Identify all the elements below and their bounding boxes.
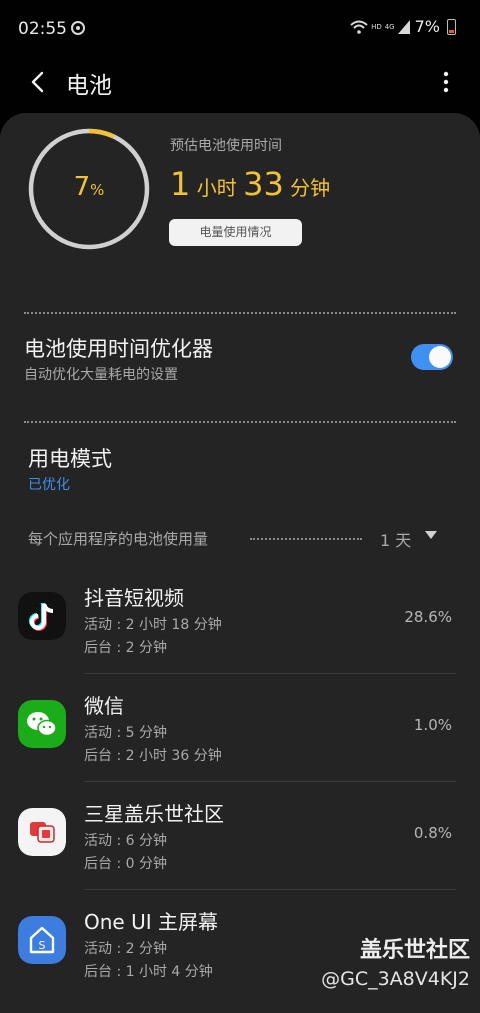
app-background-time: 后台 : 0 分钟: [84, 856, 167, 872]
app-name: 微信: [84, 694, 124, 718]
optimizer-toggle[interactable]: [411, 344, 453, 370]
app-usage-percent: 1.0%: [413, 716, 452, 734]
divider: [24, 312, 456, 314]
samsung-members-icon: [18, 808, 66, 856]
back-arrow-icon[interactable]: [26, 68, 50, 96]
optimizer-title[interactable]: 电池使用时间优化器: [24, 333, 213, 363]
battery-percent-text: 7%: [414, 17, 440, 36]
estimate-label: 预估电池使用时间: [170, 138, 282, 154]
svg-text:S: S: [39, 939, 46, 952]
more-options-icon[interactable]: [442, 70, 450, 94]
4g-indicator: 4G: [384, 22, 395, 31]
optimizer-subtitle: 自动优化大量耗电的设置: [24, 367, 178, 383]
status-time: 02:55: [18, 19, 67, 39]
oneui-home-icon: S: [18, 916, 66, 964]
app-name: 三星盖乐世社区: [84, 802, 224, 826]
power-mode-title[interactable]: 用电模式: [28, 443, 112, 473]
app-background-time: 后台 : 1 小时 4 分钟: [84, 964, 213, 980]
battery-usage-button[interactable]: 电量使用情况: [169, 219, 302, 246]
app-name: One UI 主屏幕: [84, 910, 218, 934]
app-background-time: 后台 : 2 小时 36 分钟: [84, 748, 222, 764]
hd-indicator: HD: [371, 22, 382, 31]
sync-icon: [71, 21, 85, 35]
status-bar: 02:55 HD 4G 7%: [0, 0, 480, 58]
per-app-heading: 每个应用程序的电池使用量: [28, 530, 209, 548]
app-bar: 电池: [0, 58, 480, 108]
signal-icon: [397, 19, 410, 34]
app-background-time: 后台 : 2 分钟: [84, 640, 167, 656]
watermark-user: @GC_3A8V4KJ2: [321, 968, 470, 990]
estimate-value: 1 小时 33 分钟: [170, 165, 331, 203]
app-row-wechat[interactable]: 微信 活动 : 5 分钟 后台 : 2 小时 36 分钟 1.0%: [0, 674, 480, 782]
app-active-time: 活动 : 6 分钟: [84, 833, 167, 849]
page-title: 电池: [66, 73, 112, 99]
power-mode-value: 已优化: [28, 477, 70, 493]
app-row-tiktok[interactable]: 抖音短视频 活动 : 2 小时 18 分钟 后台 : 2 分钟 28.6%: [0, 566, 480, 674]
app-row-samsung-members[interactable]: 三星盖乐世社区 活动 : 6 分钟 后台 : 0 分钟 0.8%: [0, 782, 480, 890]
range-selector[interactable]: 1 天: [380, 527, 411, 551]
wechat-icon: [18, 700, 66, 748]
watermark-title: 盖乐世社区: [359, 938, 470, 963]
app-usage-percent: 28.6%: [404, 608, 452, 626]
battery-icon: [447, 18, 456, 35]
app-active-time: 活动 : 2 分钟: [84, 941, 167, 957]
app-usage-percent: 0.8%: [413, 824, 452, 842]
app-name: 抖音短视频: [84, 586, 184, 610]
battery-level-label: 7%: [73, 172, 105, 202]
dropdown-caret-icon[interactable]: [425, 531, 437, 539]
app-active-time: 活动 : 2 小时 18 分钟: [84, 617, 222, 633]
wifi-icon: [350, 20, 368, 34]
tiktok-icon: [18, 592, 66, 640]
app-active-time: 活动 : 5 分钟: [84, 725, 167, 741]
divider: [24, 421, 456, 423]
heading-dots: [250, 538, 362, 540]
